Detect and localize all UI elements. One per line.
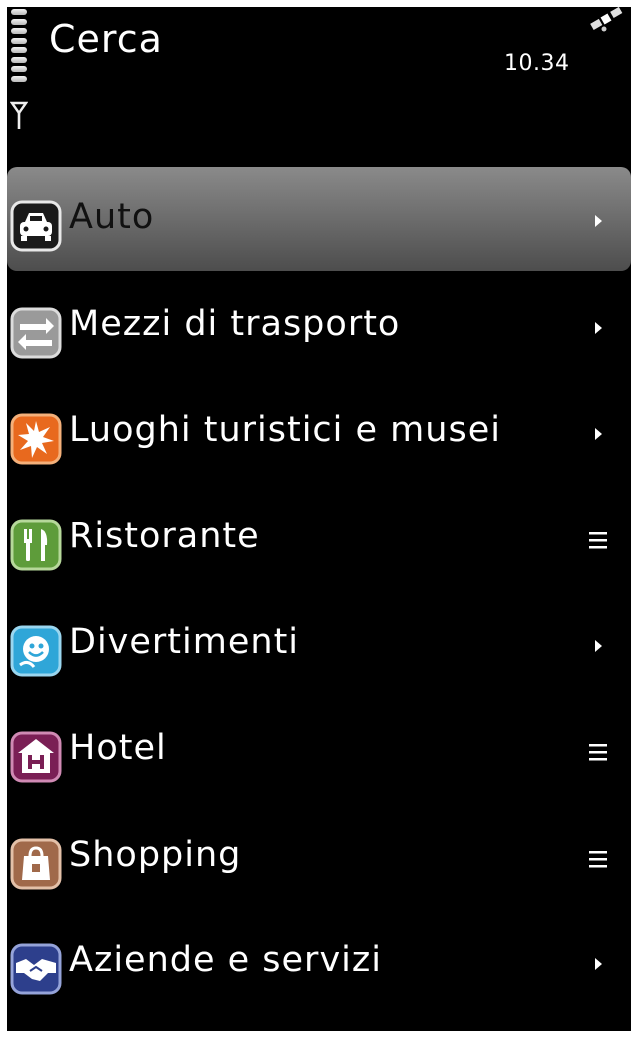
list-item-label: Aziende e servizi (69, 940, 382, 980)
list-item-mezzi-di-trasporto[interactable]: Mezzi di trasporto (7, 274, 631, 378)
list-item-label: Hotel (69, 728, 167, 768)
chevron-right-icon (595, 428, 602, 440)
search-screen: Cerca 10.34 Auto Mezzi di trasporto Luog… (7, 7, 631, 1031)
car-icon (10, 200, 62, 252)
chevron-right-icon (595, 215, 602, 227)
hotel-icon (10, 731, 62, 783)
list-item-auto[interactable]: Auto (7, 167, 631, 271)
list-item-label: Divertimenti (69, 622, 300, 662)
list-item-divertimenti[interactable]: Divertimenti (7, 592, 631, 696)
list-icon (589, 744, 607, 761)
chevron-right-icon (595, 640, 602, 652)
signal-antenna-icon (10, 101, 28, 129)
transport-arrows-icon (10, 307, 62, 359)
list-item-aziende-e-servizi[interactable]: Aziende e servizi (7, 910, 631, 1014)
attraction-burst-icon (10, 413, 62, 465)
list-item-luoghi-turistici-e-musei[interactable]: Luoghi turistici e musei (7, 380, 631, 484)
handshake-icon (10, 943, 62, 995)
page-title: Cerca (49, 17, 163, 61)
fork-knife-icon (10, 519, 62, 571)
clock: 10.34 (504, 51, 570, 76)
list-item-label: Mezzi di trasporto (69, 304, 401, 344)
list-item-label: Ristorante (69, 516, 260, 556)
chevron-right-icon (595, 958, 602, 970)
gps-satellite-icon (590, 7, 623, 32)
list-item-label: Auto (69, 197, 155, 237)
list-icon (589, 532, 607, 549)
list-item-label: Luoghi turistici e musei (69, 410, 501, 450)
list-item-shopping[interactable]: Shopping (7, 805, 631, 909)
list-icon (589, 851, 607, 868)
chevron-right-icon (595, 322, 602, 334)
list-item-hotel[interactable]: Hotel (7, 698, 631, 802)
list-item-ristorante[interactable]: Ristorante (7, 486, 631, 590)
entertainment-icon (10, 625, 62, 677)
shopping-bag-icon (10, 838, 62, 890)
list-item-label: Shopping (69, 835, 242, 875)
battery-icon (11, 9, 27, 83)
